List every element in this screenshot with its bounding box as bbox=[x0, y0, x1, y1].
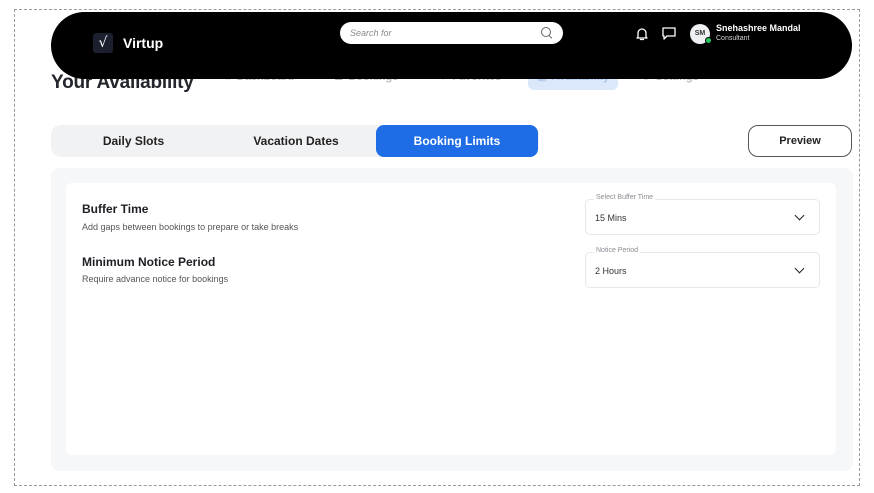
chevron-down-icon bbox=[794, 210, 805, 221]
bell-icon[interactable] bbox=[635, 27, 649, 41]
notice-period-title: Minimum Notice Period bbox=[82, 255, 216, 269]
tab-booking-limits[interactable]: Booking Limits bbox=[376, 125, 538, 157]
buffer-time-title: Buffer Time bbox=[82, 202, 149, 216]
buffer-time-value: 15 Mins bbox=[595, 213, 627, 223]
search-icon[interactable] bbox=[541, 27, 553, 39]
app-logo[interactable]: √ Virtup bbox=[93, 33, 163, 53]
preview-button[interactable]: Preview bbox=[748, 125, 852, 157]
user-name[interactable]: Snehashree Mandal bbox=[716, 23, 801, 33]
notice-period-value: 2 Hours bbox=[595, 266, 627, 276]
notice-period-select[interactable]: Notice Period 2 Hours bbox=[585, 247, 820, 288]
tab-vacation-dates[interactable]: Vacation Dates bbox=[216, 125, 376, 157]
search-input[interactable] bbox=[350, 28, 541, 38]
search-box bbox=[340, 22, 563, 44]
online-status-dot bbox=[705, 37, 712, 44]
chevron-down-icon bbox=[794, 263, 805, 274]
notice-period-select-label: Notice Period bbox=[594, 247, 641, 254]
top-header: √ Virtup SM Snehashree Mandal Consultant bbox=[51, 12, 852, 79]
tab-daily-slots[interactable]: Daily Slots bbox=[51, 125, 216, 157]
buffer-time-select[interactable]: Select Buffer Time 15 Mins bbox=[585, 194, 820, 235]
buffer-time-select-label: Select Buffer Time bbox=[594, 194, 656, 201]
availability-tabs: Daily Slots Vacation Dates Booking Limit… bbox=[51, 125, 539, 157]
notice-period-description: Require advance notice for bookings bbox=[82, 274, 229, 284]
buffer-time-description: Add gaps between bookings to prepare or … bbox=[82, 222, 299, 232]
user-role: Consultant bbox=[716, 35, 750, 42]
logo-mark-icon: √ bbox=[93, 33, 113, 53]
chat-icon[interactable] bbox=[661, 26, 677, 41]
app-name: Virtup bbox=[123, 35, 164, 51]
